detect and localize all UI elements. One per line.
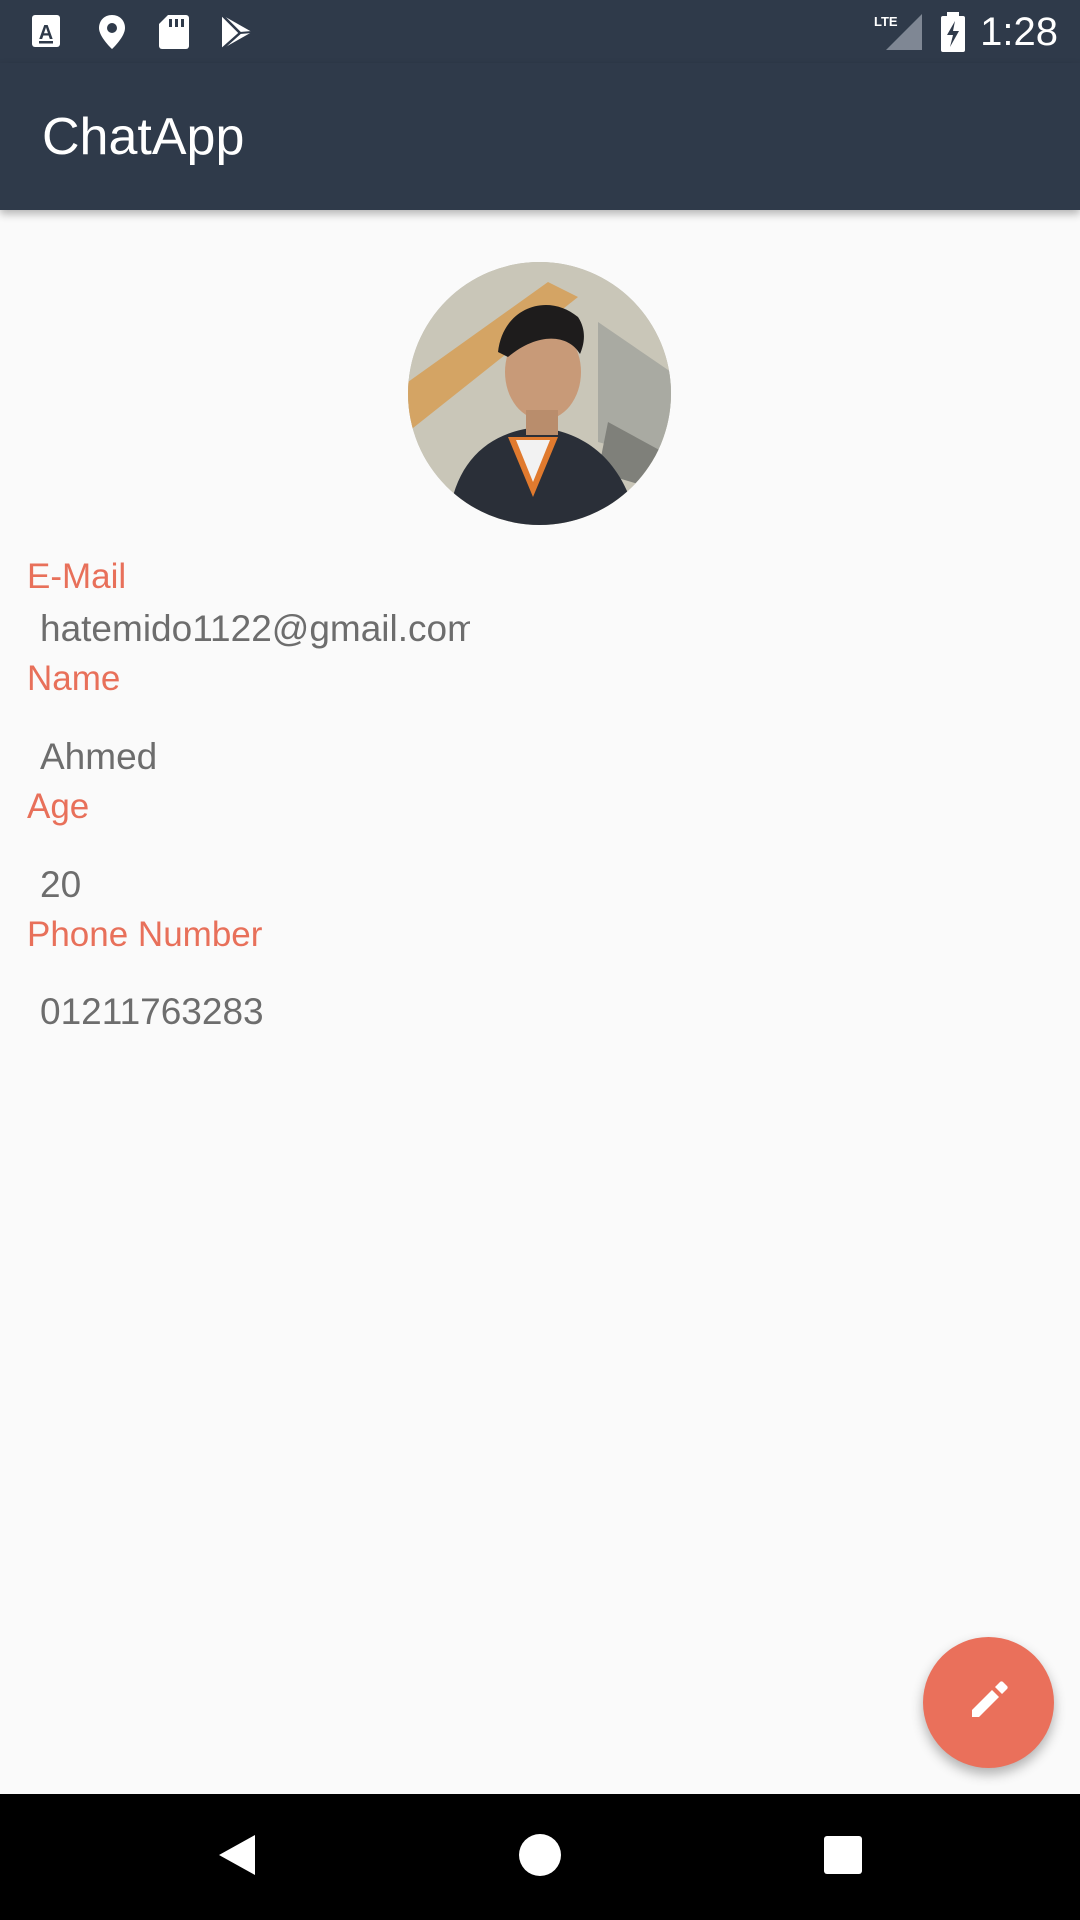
phone-number-label: Phone Number [27, 915, 263, 954]
battery-charging-icon [938, 12, 968, 52]
app-bar: ChatApp [0, 63, 1080, 210]
profile-photo [408, 262, 671, 525]
sd-card-icon [154, 12, 194, 52]
email-label: E-Mail [27, 557, 127, 596]
home-icon [517, 1832, 563, 1883]
notification-a-icon: A [28, 12, 68, 52]
name-label: Name [27, 659, 121, 698]
status-time: 1:28 [980, 10, 1058, 54]
name-value: Ahmed [40, 736, 158, 777]
location-pin-icon [92, 12, 132, 52]
lte-signal-icon: LTE [872, 12, 924, 52]
recents-button[interactable] [810, 1824, 876, 1890]
recents-icon [822, 1834, 864, 1881]
profile-avatar[interactable] [408, 262, 671, 525]
svg-text:A: A [39, 22, 53, 44]
edit-pencil-icon [968, 1679, 1010, 1726]
age-label: Age [27, 787, 90, 826]
phone-number-value: 01211763283 [40, 991, 264, 1032]
age-value: 20 [40, 864, 82, 905]
svg-text:LTE: LTE [874, 14, 898, 29]
system-nav-bar [0, 1794, 1080, 1920]
app-title: ChatApp [42, 108, 245, 166]
status-bar: A LTE 1:28 [0, 0, 1080, 63]
back-icon [215, 1831, 259, 1884]
edit-profile-button[interactable] [923, 1637, 1054, 1768]
home-button[interactable] [507, 1824, 573, 1890]
play-store-icon [216, 12, 256, 52]
back-button[interactable] [204, 1824, 270, 1890]
email-value: hatemido1122@gmail.com [40, 608, 470, 649]
